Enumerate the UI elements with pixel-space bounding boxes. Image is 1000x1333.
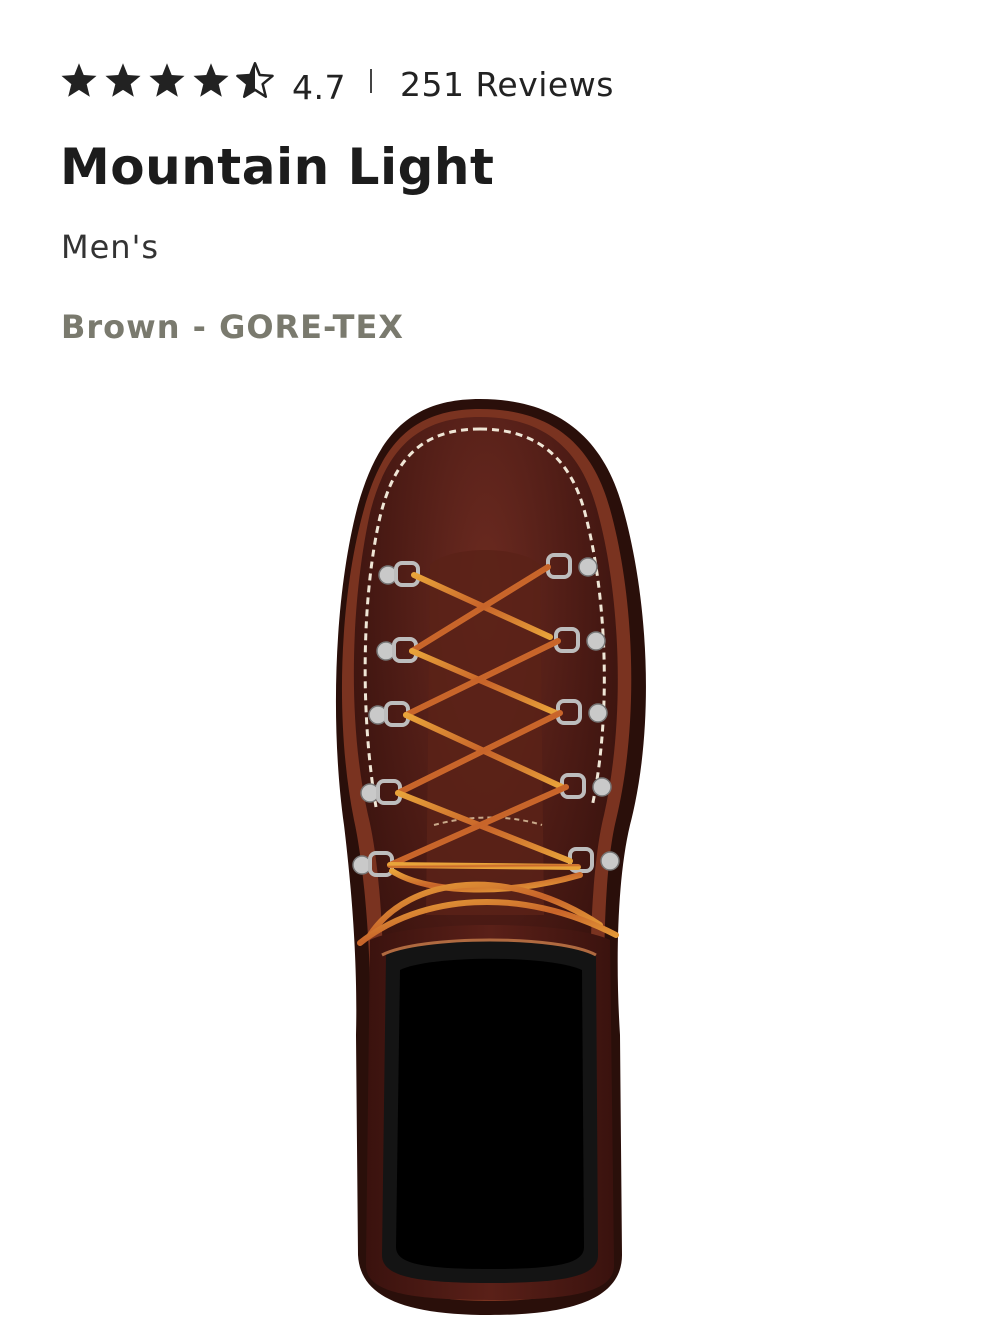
rating-value: 4.7 xyxy=(292,67,346,107)
product-color: Brown - GORE-TEX xyxy=(61,308,404,346)
star-icon xyxy=(60,62,98,98)
star-rating xyxy=(60,62,274,98)
review-count-link[interactable]: 251 Reviews xyxy=(400,65,614,104)
product-gender: Men's xyxy=(61,228,160,266)
star-icon xyxy=(148,62,186,98)
product-title: Mountain Light xyxy=(60,138,495,196)
half-star-icon xyxy=(236,62,274,98)
boot-illustration xyxy=(335,399,646,1315)
product-image[interactable] xyxy=(330,395,650,1320)
rating-divider xyxy=(369,69,372,93)
rating-summary[interactable]: 4.7 251 Reviews xyxy=(60,52,614,108)
star-icon xyxy=(104,62,142,98)
star-icon xyxy=(192,62,230,98)
